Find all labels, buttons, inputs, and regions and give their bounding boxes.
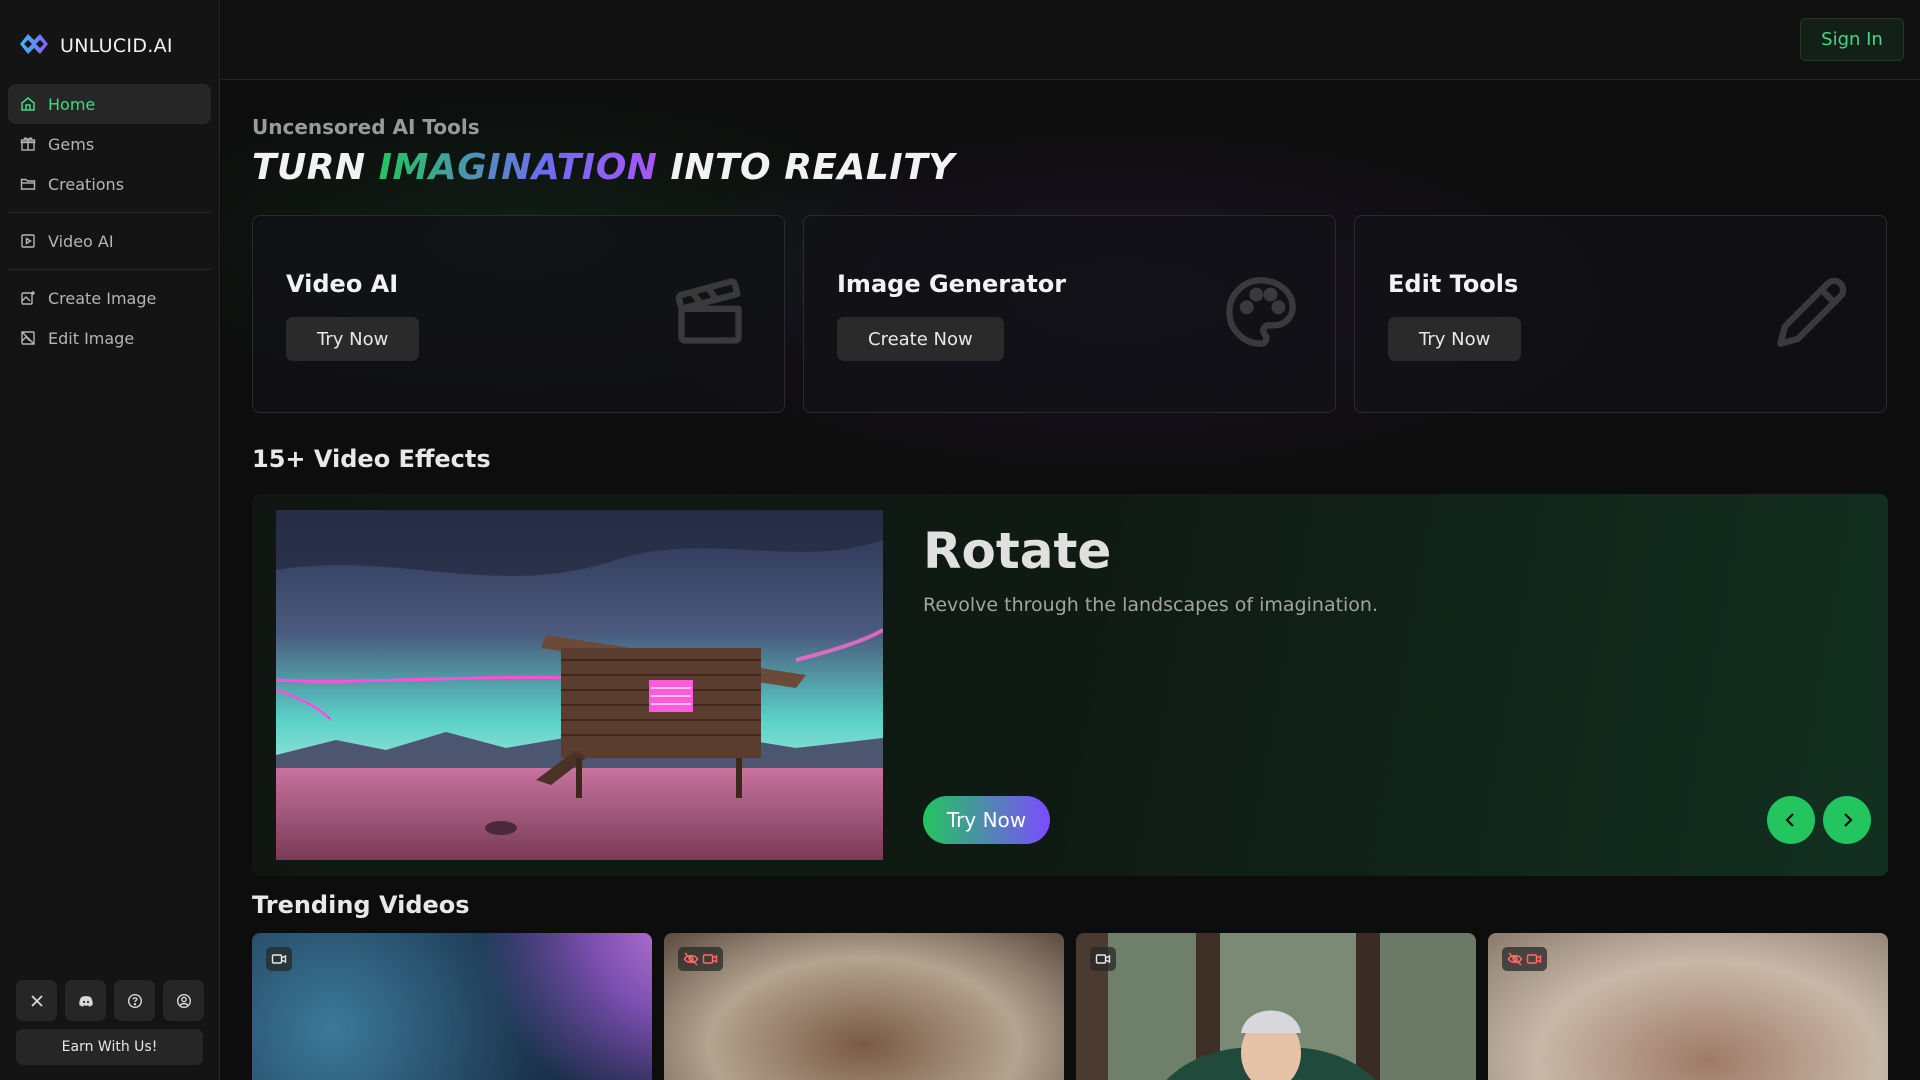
hero-eyebrow: Uncensored AI Tools — [252, 115, 480, 139]
sidebar-item-label: Edit Image — [48, 328, 135, 348]
chevron-left-icon — [1785, 813, 1794, 827]
user-circle-icon — [176, 993, 191, 1008]
effect-preview-image[interactable] — [276, 510, 883, 860]
tool-card-image-generator[interactable]: Image Generator Create Now — [803, 215, 1336, 413]
clapperboard-icon — [675, 278, 742, 344]
earn-with-us-button[interactable]: Earn With Us! — [16, 1029, 203, 1065]
top-bar: Sign In — [221, 0, 1920, 80]
tool-card-edit-tools[interactable]: Edit Tools Try Now — [1354, 215, 1887, 413]
sidebar-item-video-ai[interactable]: Video AI — [8, 221, 211, 261]
video-ai-try-now-button[interactable]: Try Now — [286, 317, 420, 361]
image-off-icon — [21, 331, 35, 345]
tool-card-video-ai[interactable]: Video AI Try Now — [252, 215, 785, 413]
palette-icon — [1226, 277, 1296, 347]
sidebar-item-home[interactable]: Home — [8, 84, 211, 124]
image-generator-create-now-button[interactable]: Create Now — [837, 317, 1004, 361]
headline-post: INTO REALITY — [657, 147, 955, 188]
x-icon — [30, 994, 43, 1007]
effect-title: Rotate — [923, 522, 1112, 580]
sidebar: UNLUCID.AI Home Gems Creations Video AI … — [0, 0, 220, 1080]
effect-try-now-button[interactable]: Try Now — [923, 796, 1050, 844]
headline-accent: IMAGINATION — [378, 147, 658, 188]
folder-icon — [20, 178, 36, 190]
trending-video-card[interactable] — [1076, 933, 1476, 1080]
sidebar-footer: Earn With Us! — [16, 980, 204, 1065]
image-plus-icon — [21, 291, 35, 305]
sidebar-item-label: Creations — [48, 174, 125, 194]
video-effects-title: 15+ Video Effects — [252, 445, 491, 473]
brand[interactable]: UNLUCID.AI — [18, 30, 173, 62]
video-icon — [1526, 954, 1542, 964]
sidebar-item-label: Video AI — [48, 231, 114, 251]
trending-video-card[interactable] — [664, 933, 1064, 1080]
sign-in-button[interactable]: Sign In — [1800, 18, 1904, 61]
sidebar-item-gems[interactable]: Gems — [8, 124, 211, 164]
home-icon — [21, 97, 35, 111]
effect-description: Revolve through the landscapes of imagin… — [923, 594, 1379, 616]
trending-videos-title: Trending Videos — [252, 891, 470, 919]
account-button[interactable] — [163, 980, 204, 1021]
help-button[interactable] — [114, 980, 155, 1021]
sidebar-item-label: Home — [48, 94, 96, 114]
hero-headline: TURN IMAGINATION INTO REALITY — [252, 147, 955, 188]
headline-pre: TURN — [252, 147, 379, 188]
sidebar-item-edit-image[interactable]: Edit Image — [8, 318, 211, 358]
video-badge — [1502, 947, 1547, 971]
brand-logo-icon — [18, 30, 50, 62]
eye-off-icon — [683, 952, 699, 966]
nav-divider — [8, 212, 211, 213]
sidebar-nav: Home Gems Creations Video AI Create Imag… — [8, 84, 211, 358]
discord-icon — [78, 995, 93, 1007]
video-badge — [678, 947, 723, 971]
video-icon — [1095, 954, 1111, 964]
video-icon — [271, 954, 287, 964]
nav-divider — [8, 269, 211, 270]
sidebar-item-label: Gems — [48, 134, 95, 154]
video-icon — [702, 954, 718, 964]
tool-card-title: Video AI — [286, 270, 399, 298]
tool-card-title: Edit Tools — [1388, 270, 1519, 298]
help-circle-icon — [127, 993, 142, 1008]
tool-card-title: Image Generator — [837, 270, 1067, 298]
carousel-prev-button[interactable] — [1767, 796, 1815, 844]
sidebar-item-label: Create Image — [48, 288, 157, 308]
discord-button[interactable] — [65, 980, 106, 1021]
main-content: Uncensored AI Tools TURN IMAGINATION INT… — [221, 81, 1920, 1080]
sidebar-item-create-image[interactable]: Create Image — [8, 278, 211, 318]
trending-video-card[interactable] — [252, 933, 652, 1080]
video-badge — [266, 947, 292, 971]
video-effects-carousel: Rotate Revolve through the landscapes of… — [252, 494, 1888, 876]
pencil-icon — [1777, 277, 1847, 347]
video-square-icon — [21, 234, 35, 248]
tool-cards: Video AI Try Now Image Generator Create … — [252, 215, 1887, 413]
carousel-next-button[interactable] — [1823, 796, 1871, 844]
gift-icon — [20, 137, 36, 151]
trending-video-card[interactable] — [1488, 933, 1888, 1080]
sidebar-item-creations[interactable]: Creations — [8, 164, 211, 204]
edit-tools-try-now-button[interactable]: Try Now — [1388, 317, 1522, 361]
x-button[interactable] — [16, 980, 57, 1021]
chevron-right-icon — [1844, 813, 1853, 827]
trending-videos-grid — [252, 933, 1888, 1080]
video-badge — [1090, 947, 1116, 971]
eye-off-icon — [1507, 952, 1523, 966]
brand-name: UNLUCID.AI — [60, 35, 173, 57]
